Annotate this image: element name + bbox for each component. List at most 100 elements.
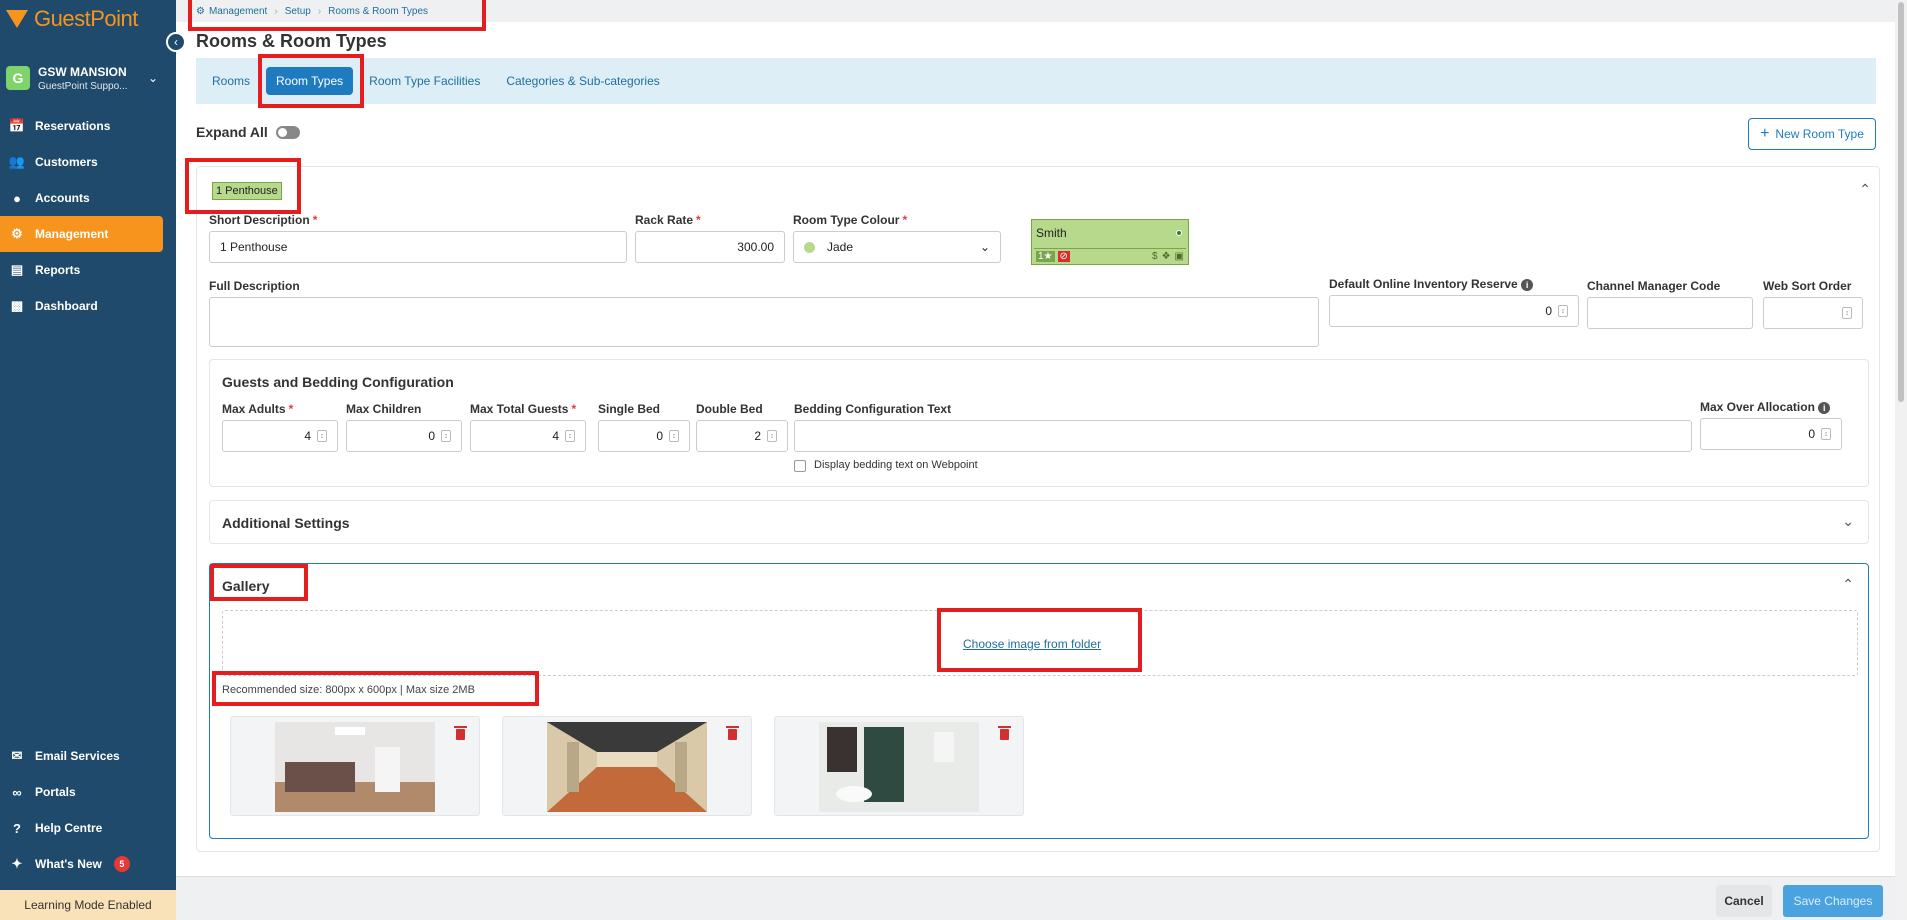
- tab-room-type-facilities[interactable]: Room Type Facilities: [359, 67, 490, 95]
- expand-all-toggle[interactable]: [275, 125, 300, 139]
- gallery-title: Gallery: [222, 578, 270, 594]
- info-icon[interactable]: i: [1818, 402, 1831, 414]
- cancel-button[interactable]: Cancel: [1716, 885, 1772, 917]
- sidebar-item-dashboard[interactable]: ▩ Dashboard: [0, 288, 176, 324]
- trash-icon[interactable]: [454, 726, 467, 740]
- sidebar-item-management[interactable]: ⚙ Management: [0, 216, 163, 252]
- logo[interactable]: GuestPoint: [0, 0, 176, 38]
- sidebar-item-customers[interactable]: 👥 Customers: [0, 144, 176, 180]
- stepper-icon[interactable]: ↕: [565, 430, 575, 442]
- sidebar-item-label: Portals: [35, 785, 76, 799]
- chevron-down-icon[interactable]: ⌄: [1842, 513, 1854, 530]
- default-online-inventory-input[interactable]: 0 ↕: [1329, 295, 1579, 327]
- gallery-image-bedroom: [275, 722, 435, 812]
- sidebar-item-label: Dashboard: [35, 299, 98, 313]
- web-sort-order-input[interactable]: ↕: [1763, 297, 1863, 329]
- report-icon: ▤: [10, 262, 24, 277]
- sidebar-item-email-services[interactable]: ✉ Email Services: [0, 738, 176, 774]
- channel-manager-code-label: Channel Manager Code: [1587, 279, 1721, 293]
- breadcrumb-management[interactable]: Management: [209, 6, 267, 17]
- max-over-allocation-input[interactable]: 0 ↕: [1700, 418, 1842, 450]
- dollar-icon: ●: [13, 190, 21, 206]
- stepper-icon[interactable]: ↕: [1821, 428, 1831, 440]
- chevron-up-icon[interactable]: ⌃: [1842, 576, 1854, 593]
- sparkle-icon: ✦: [11, 856, 23, 871]
- gallery-image-card[interactable]: [774, 716, 1024, 816]
- gallery-section: Gallery ⌃ Choose image from folder Recom…: [209, 563, 1869, 839]
- save-changes-button[interactable]: Save Changes: [1783, 885, 1883, 917]
- image-dropzone[interactable]: Choose image from folder: [222, 610, 1858, 676]
- page-scrollbar[interactable]: [1895, 0, 1907, 920]
- breadcrumb-separator-icon: ›: [317, 5, 322, 17]
- collapse-sidebar-button[interactable]: ‹: [166, 32, 186, 52]
- stepper-icon[interactable]: ↕: [767, 430, 777, 442]
- double-bed-input[interactable]: 2 ↕: [696, 420, 788, 452]
- max-children-input[interactable]: 0 ↕: [346, 420, 462, 452]
- room-type-colour-select[interactable]: Jade ⌄: [793, 231, 1001, 263]
- sidebar-item-reports[interactable]: ▤ Reports: [0, 252, 176, 288]
- help-icon: ?: [13, 820, 21, 836]
- stepper-icon[interactable]: ↕: [669, 430, 679, 442]
- chevron-left-icon: ‹: [174, 35, 178, 49]
- sidebar-item-portals[interactable]: ∞ Portals: [0, 774, 176, 810]
- tab-bar: Rooms Room Types Room Type Facilities Ca…: [196, 58, 1876, 104]
- sidebar-item-whats-new[interactable]: ✦ What's New 5: [0, 846, 176, 882]
- sidebar-item-accounts[interactable]: ● Accounts: [0, 180, 176, 216]
- link-icon: ∞: [12, 784, 22, 800]
- calendar-icon: 📅: [8, 118, 26, 133]
- stepper-icon[interactable]: ↕: [441, 430, 451, 442]
- bedding-text-input[interactable]: [794, 420, 1692, 452]
- gallery-image-card[interactable]: [230, 716, 480, 816]
- display-bedding-label: Display bedding text on Webpoint: [814, 459, 978, 471]
- bar-chart-icon: ▩: [10, 298, 24, 313]
- stepper-icon[interactable]: ↕: [317, 430, 327, 442]
- display-bedding-checkbox[interactable]: [794, 460, 806, 472]
- scrollbar-thumb[interactable]: [1898, 2, 1904, 402]
- sidebar-item-label: Reports: [35, 263, 81, 277]
- gallery-image-card[interactable]: [502, 716, 752, 816]
- sidebar-item-label: What's New: [35, 857, 102, 871]
- tab-room-types[interactable]: Room Types: [266, 67, 354, 95]
- sidebar-item-label: Help Centre: [35, 821, 103, 835]
- max-children-label: Max Children: [346, 402, 422, 416]
- sidebar-item-reservations[interactable]: 📅 Reservations: [0, 108, 176, 144]
- breadcrumb-setup[interactable]: Setup: [285, 6, 311, 17]
- room-type-card: 1 Penthouse ⌃ Short Description * 1 Penth…: [196, 166, 1880, 852]
- choose-image-link[interactable]: Choose image from folder: [963, 637, 1101, 651]
- single-bed-input[interactable]: 0 ↕: [598, 420, 690, 452]
- max-total-guests-input[interactable]: 4 ↕: [470, 420, 586, 452]
- logo-triangle-icon: [6, 10, 28, 28]
- additional-settings-section[interactable]: Additional Settings ⌄: [209, 500, 1869, 544]
- channel-manager-code-input[interactable]: [1587, 297, 1753, 329]
- full-description-input[interactable]: [209, 297, 1319, 347]
- additional-settings-title: Additional Settings: [222, 515, 350, 531]
- lock-icon: ▣: [1174, 251, 1184, 262]
- gallery-image-hallway: [547, 722, 707, 812]
- sidebar-item-label: Accounts: [35, 191, 90, 205]
- full-description-label: Full Description: [209, 279, 300, 293]
- user-gear-icon: ⚙: [11, 226, 23, 241]
- tab-rooms[interactable]: Rooms: [202, 67, 260, 95]
- new-room-type-label: New Room Type: [1775, 127, 1864, 141]
- logo-text: GuestPoint: [34, 6, 138, 31]
- property-selector[interactable]: G GSW MANSION GuestPoint Suppo... ⌄: [0, 38, 176, 108]
- sidebar: GuestPoint G GSW MANSION GuestPoint Supp…: [0, 0, 176, 920]
- main-content: ⚙ Management › Setup › Rooms & Room Type…: [176, 0, 1897, 920]
- stepper-icon[interactable]: ↕: [1842, 307, 1852, 319]
- footer-bar: Cancel Save Changes: [176, 876, 1897, 920]
- stepper-icon[interactable]: ↕: [1558, 305, 1568, 317]
- sidebar-item-help-centre[interactable]: ? Help Centre: [0, 810, 176, 846]
- trash-icon[interactable]: [726, 726, 739, 740]
- tab-categories[interactable]: Categories & Sub-categories: [496, 67, 669, 95]
- chevron-up-icon[interactable]: ⌃: [1859, 181, 1871, 198]
- status-dot-icon: [1176, 230, 1182, 236]
- double-bed-label: Double Bed: [696, 402, 763, 416]
- rack-rate-input[interactable]: 300.00: [635, 231, 785, 263]
- short-description-input[interactable]: 1 Penthouse: [209, 231, 627, 263]
- new-room-type-button[interactable]: + New Room Type: [1748, 118, 1876, 150]
- trash-icon[interactable]: [998, 726, 1011, 740]
- info-icon[interactable]: i: [1521, 279, 1534, 291]
- max-adults-input[interactable]: 4 ↕: [222, 420, 338, 452]
- max-adults-label: Max Adults *: [222, 402, 294, 416]
- guests-bedding-section: Guests and Bedding Configuration Max Adu…: [209, 359, 1869, 487]
